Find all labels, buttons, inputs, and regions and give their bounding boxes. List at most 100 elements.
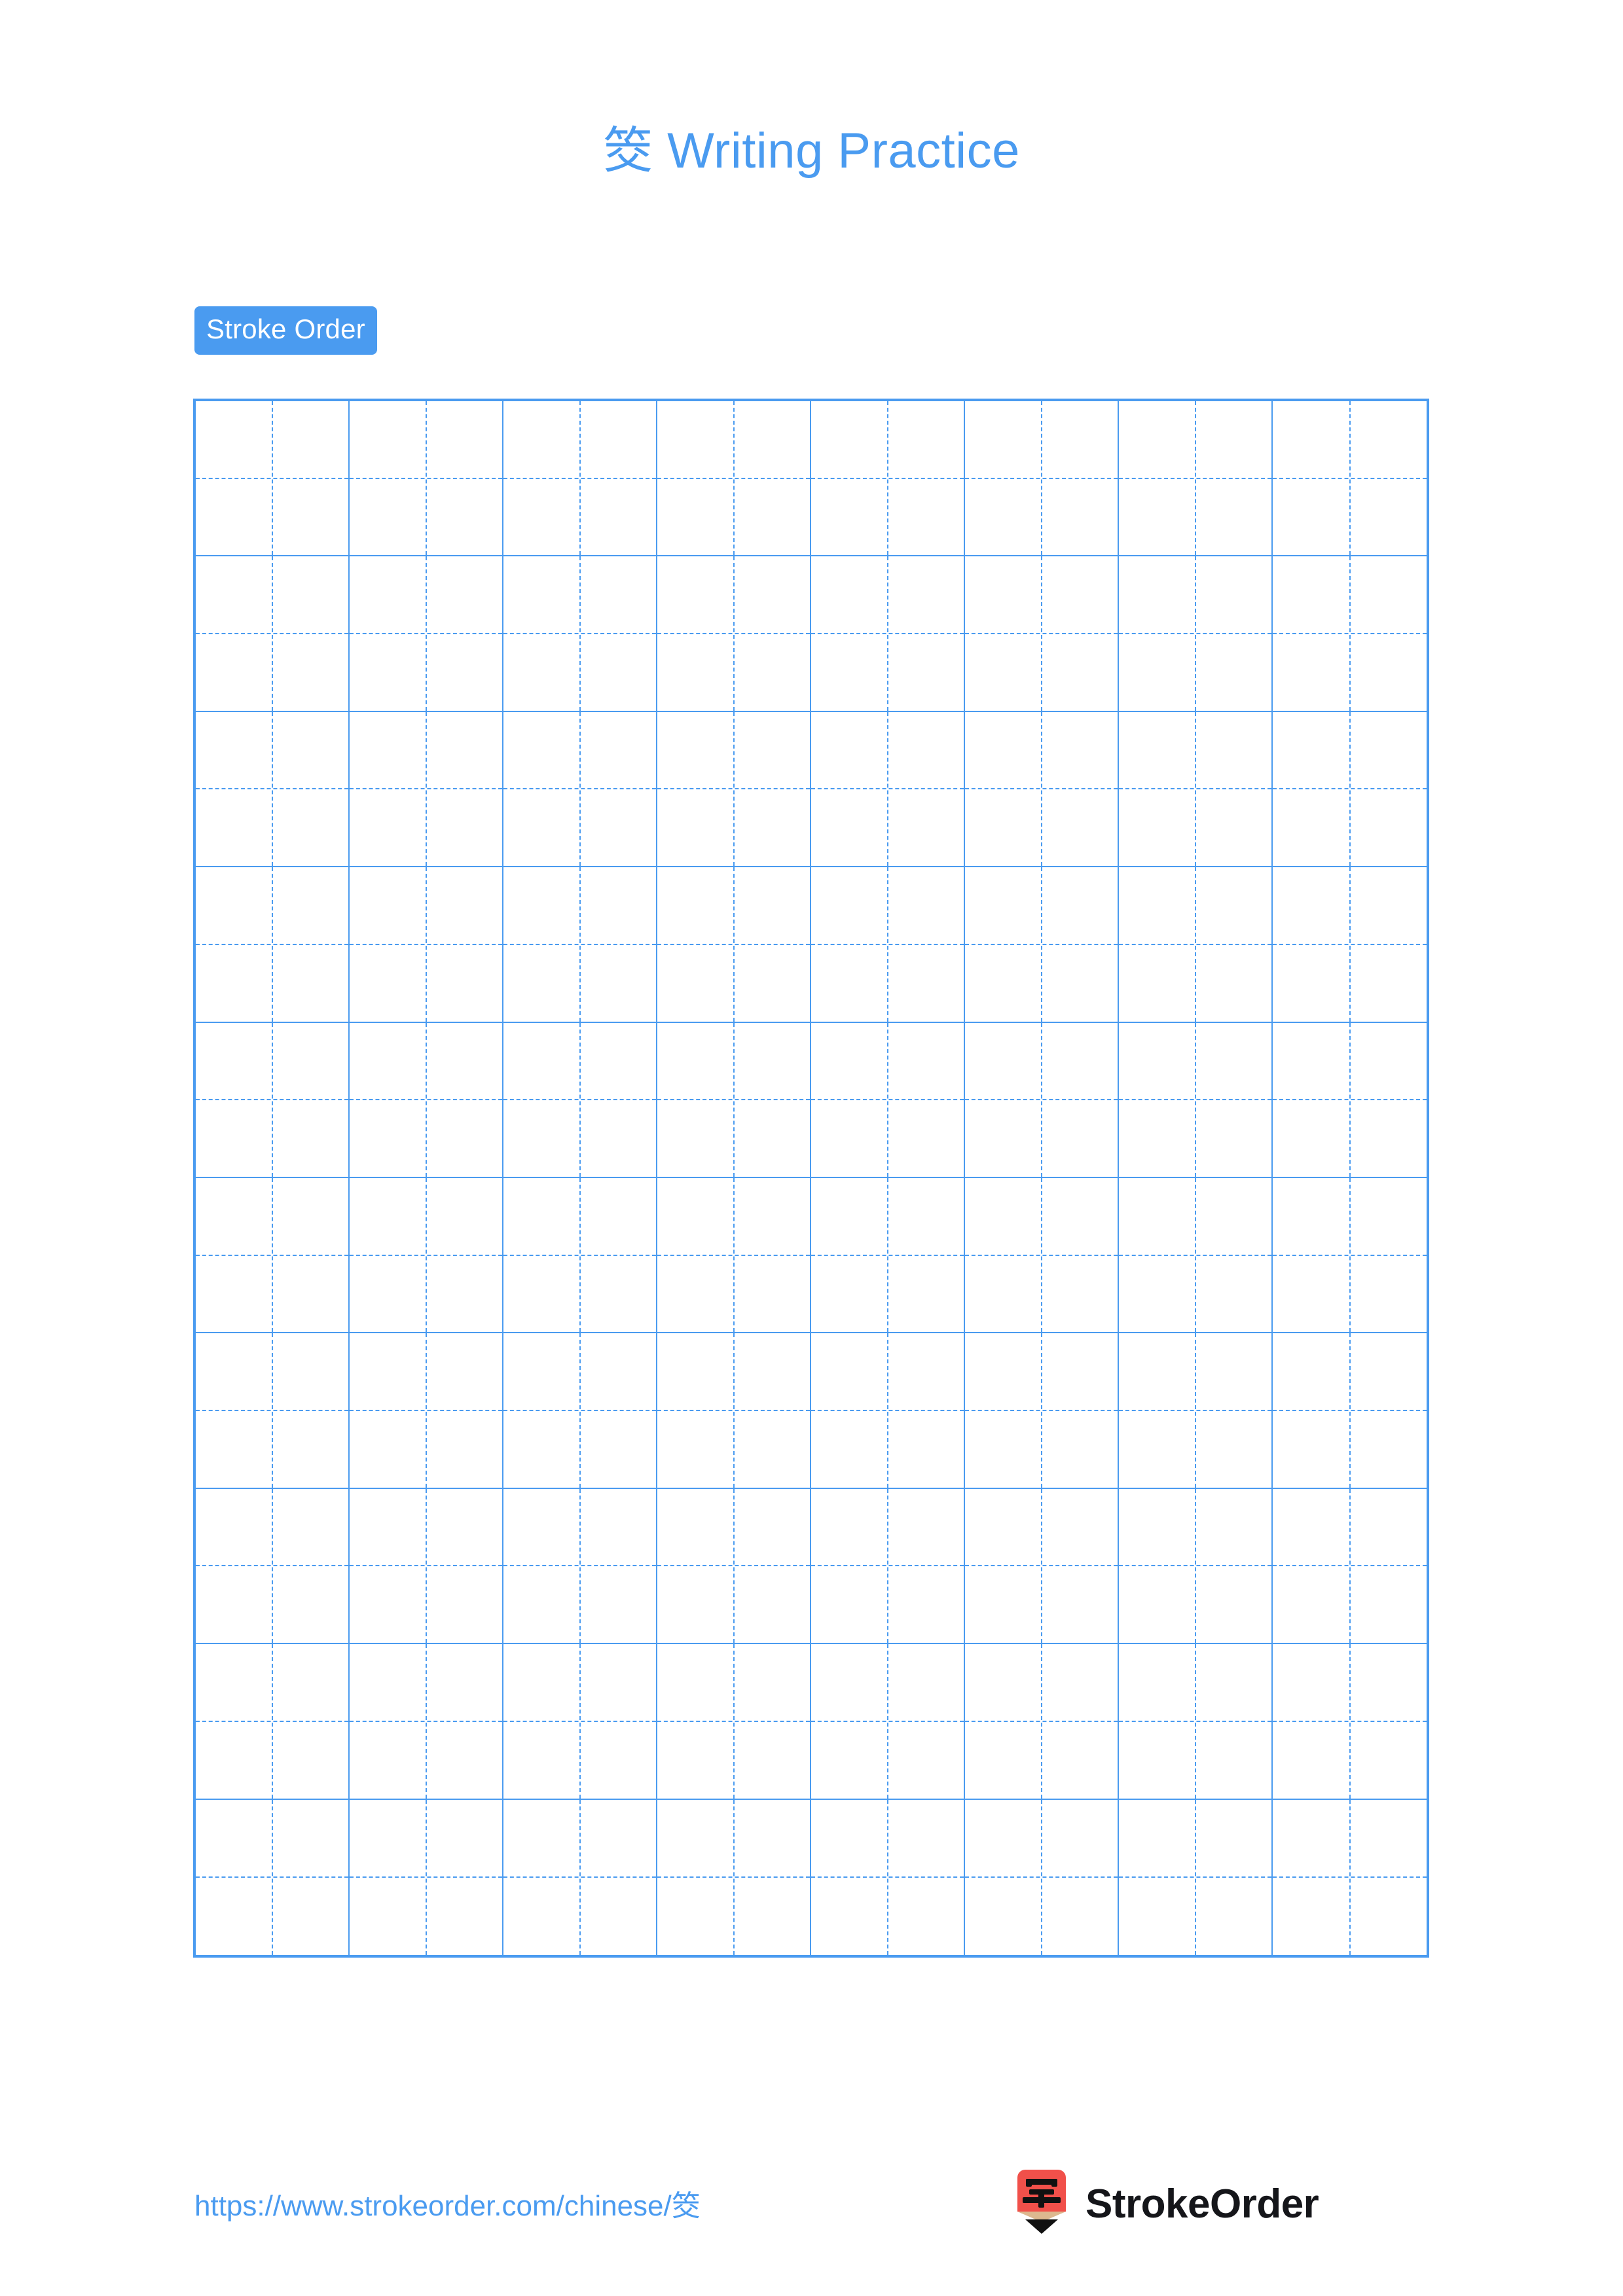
practice-cell-r3-c8[interactable] — [1273, 712, 1427, 868]
practice-cell-r1-c4[interactable] — [657, 401, 811, 557]
practice-cell-r8-c6[interactable] — [965, 1488, 1119, 1645]
practice-cell-r7-c5[interactable] — [811, 1333, 965, 1489]
practice-cell-r2-c1[interactable] — [196, 556, 350, 712]
practice-cell-r2-c4[interactable] — [657, 556, 811, 712]
practice-cell-r8-c4[interactable] — [657, 1488, 811, 1645]
stroke-order-step-6 — [827, 298, 905, 363]
stroke-order-step-7 — [914, 298, 993, 363]
practice-cell-r5-c6[interactable] — [965, 1022, 1119, 1178]
practice-cell-r2-c7[interactable] — [1119, 556, 1273, 712]
footer-brand[interactable]: StrokeOrder — [1013, 2168, 1319, 2240]
character-trace — [657, 1023, 810, 1177]
practice-cell-r5-c1[interactable] — [196, 1022, 350, 1178]
character-trace — [811, 1023, 964, 1177]
practice-cell-r10-c8[interactable] — [1273, 1800, 1427, 1955]
practice-cell-r9-c6[interactable] — [965, 1644, 1119, 1800]
practice-cell-r4-c3[interactable] — [503, 867, 657, 1023]
stroke-order-step-11 — [1263, 298, 1341, 363]
practice-cell-r1-c3[interactable] — [503, 401, 657, 557]
practice-cell-r10-c7[interactable] — [1119, 1799, 1273, 1955]
practice-cell-r2-c8[interactable] — [1273, 556, 1427, 712]
practice-cell-r8-c8[interactable] — [1273, 1489, 1427, 1645]
practice-cell-r1-c1[interactable] — [196, 401, 350, 557]
practice-cell-r5-c2[interactable] — [350, 1022, 503, 1178]
practice-cell-r9-c1[interactable] — [196, 1644, 350, 1800]
practice-cell-r6-c4[interactable] — [657, 1177, 811, 1334]
practice-cell-r3-c7[interactable] — [1119, 711, 1273, 868]
practice-cell-r4-c7[interactable] — [1119, 867, 1273, 1023]
practice-cell-r10-c4[interactable] — [657, 1799, 811, 1955]
character-trace — [350, 867, 502, 1021]
practice-cell-r4-c4[interactable] — [657, 867, 811, 1023]
character-trace — [350, 401, 502, 555]
practice-cell-r7-c3[interactable] — [503, 1333, 657, 1489]
practice-cell-r7-c1[interactable] — [196, 1333, 350, 1489]
practice-cell-r10-c6[interactable] — [965, 1799, 1119, 1955]
practice-grid — [193, 399, 1429, 1958]
practice-cell-r6-c1[interactable] — [196, 1177, 350, 1334]
practice-cell-r7-c8[interactable] — [1273, 1333, 1427, 1489]
practice-cell-r4-c2[interactable] — [350, 867, 503, 1023]
stroke-order-badge: Stroke Order — [194, 306, 377, 355]
practice-cell-r7-c2[interactable] — [350, 1333, 503, 1489]
practice-cell-r1-c5[interactable] — [811, 401, 965, 557]
practice-cell-r9-c8[interactable] — [1273, 1644, 1427, 1800]
practice-cell-r1-c7[interactable] — [1119, 401, 1273, 557]
practice-cell-r3-c6[interactable] — [965, 711, 1119, 868]
character-trace — [1119, 401, 1271, 555]
practice-cell-r9-c5[interactable] — [811, 1644, 965, 1800]
practice-cell-r2-c2[interactable] — [350, 556, 503, 712]
practice-cell-r6-c6[interactable] — [965, 1177, 1119, 1334]
character-trace — [965, 712, 1118, 866]
practice-cell-r9-c7[interactable] — [1119, 1644, 1273, 1800]
practice-cell-r5-c3[interactable] — [503, 1022, 657, 1178]
practice-cell-r4-c1[interactable] — [196, 867, 350, 1023]
practice-cell-r3-c4[interactable] — [657, 711, 811, 868]
practice-cell-r6-c7[interactable] — [1119, 1177, 1273, 1334]
practice-cell-r10-c5[interactable] — [811, 1799, 965, 1955]
practice-cell-r1-c8[interactable] — [1273, 401, 1427, 557]
practice-cell-r9-c3[interactable] — [503, 1644, 657, 1800]
practice-cell-r2-c3[interactable] — [503, 556, 657, 712]
practice-cell-r9-c2[interactable] — [350, 1644, 503, 1800]
practice-cell-r3-c3[interactable] — [503, 711, 657, 868]
practice-cell-r8-c3[interactable] — [503, 1488, 657, 1645]
practice-cell-r5-c7[interactable] — [1119, 1022, 1273, 1178]
footer-url[interactable]: https://www.strokeorder.com/chinese/筊 — [194, 2182, 701, 2224]
practice-cell-r7-c7[interactable] — [1119, 1333, 1273, 1489]
practice-cell-r8-c2[interactable] — [350, 1488, 503, 1645]
stroke-order-section: Stroke Order — [194, 298, 1429, 363]
practice-cell-r4-c5[interactable] — [811, 867, 965, 1023]
practice-cell-r7-c4[interactable] — [657, 1333, 811, 1489]
practice-cell-r6-c3[interactable] — [503, 1177, 657, 1334]
stroke-order-step-9 — [1089, 298, 1167, 363]
practice-cell-r10-c1[interactable] — [196, 1799, 350, 1955]
character-trace — [196, 1023, 348, 1177]
practice-cell-r6-c2[interactable] — [350, 1177, 503, 1334]
practice-cell-r5-c5[interactable] — [811, 1022, 965, 1178]
practice-cell-r7-c6[interactable] — [965, 1333, 1119, 1489]
practice-cell-r8-c7[interactable] — [1119, 1488, 1273, 1645]
practice-cell-r8-c5[interactable] — [811, 1488, 965, 1645]
practice-cell-r6-c5[interactable] — [811, 1177, 965, 1334]
practice-cell-r8-c1[interactable] — [196, 1488, 350, 1645]
practice-cell-r3-c2[interactable] — [350, 711, 503, 868]
practice-cell-r1-c6[interactable] — [965, 401, 1119, 557]
stroke-order-step-5 — [740, 298, 818, 363]
character-trace — [1273, 867, 1427, 1021]
practice-cell-r5-c4[interactable] — [657, 1022, 811, 1178]
practice-cell-r1-c2[interactable] — [350, 401, 503, 557]
practice-cell-r2-c6[interactable] — [965, 556, 1119, 712]
practice-cell-r5-c8[interactable] — [1273, 1023, 1427, 1178]
practice-cell-r10-c3[interactable] — [503, 1799, 657, 1955]
practice-cell-r3-c5[interactable] — [811, 711, 965, 868]
practice-cell-r6-c8[interactable] — [1273, 1178, 1427, 1334]
practice-cell-r10-c2[interactable] — [350, 1799, 503, 1955]
practice-cell-r4-c6[interactable] — [965, 867, 1119, 1023]
practice-cell-r9-c4[interactable] — [657, 1644, 811, 1800]
practice-cell-r3-c1[interactable] — [196, 711, 350, 868]
practice-cell-r2-c5[interactable] — [811, 556, 965, 712]
practice-cell-r4-c8[interactable] — [1273, 867, 1427, 1023]
character-trace — [1273, 712, 1427, 866]
page-title-character: 筊 — [603, 121, 653, 179]
